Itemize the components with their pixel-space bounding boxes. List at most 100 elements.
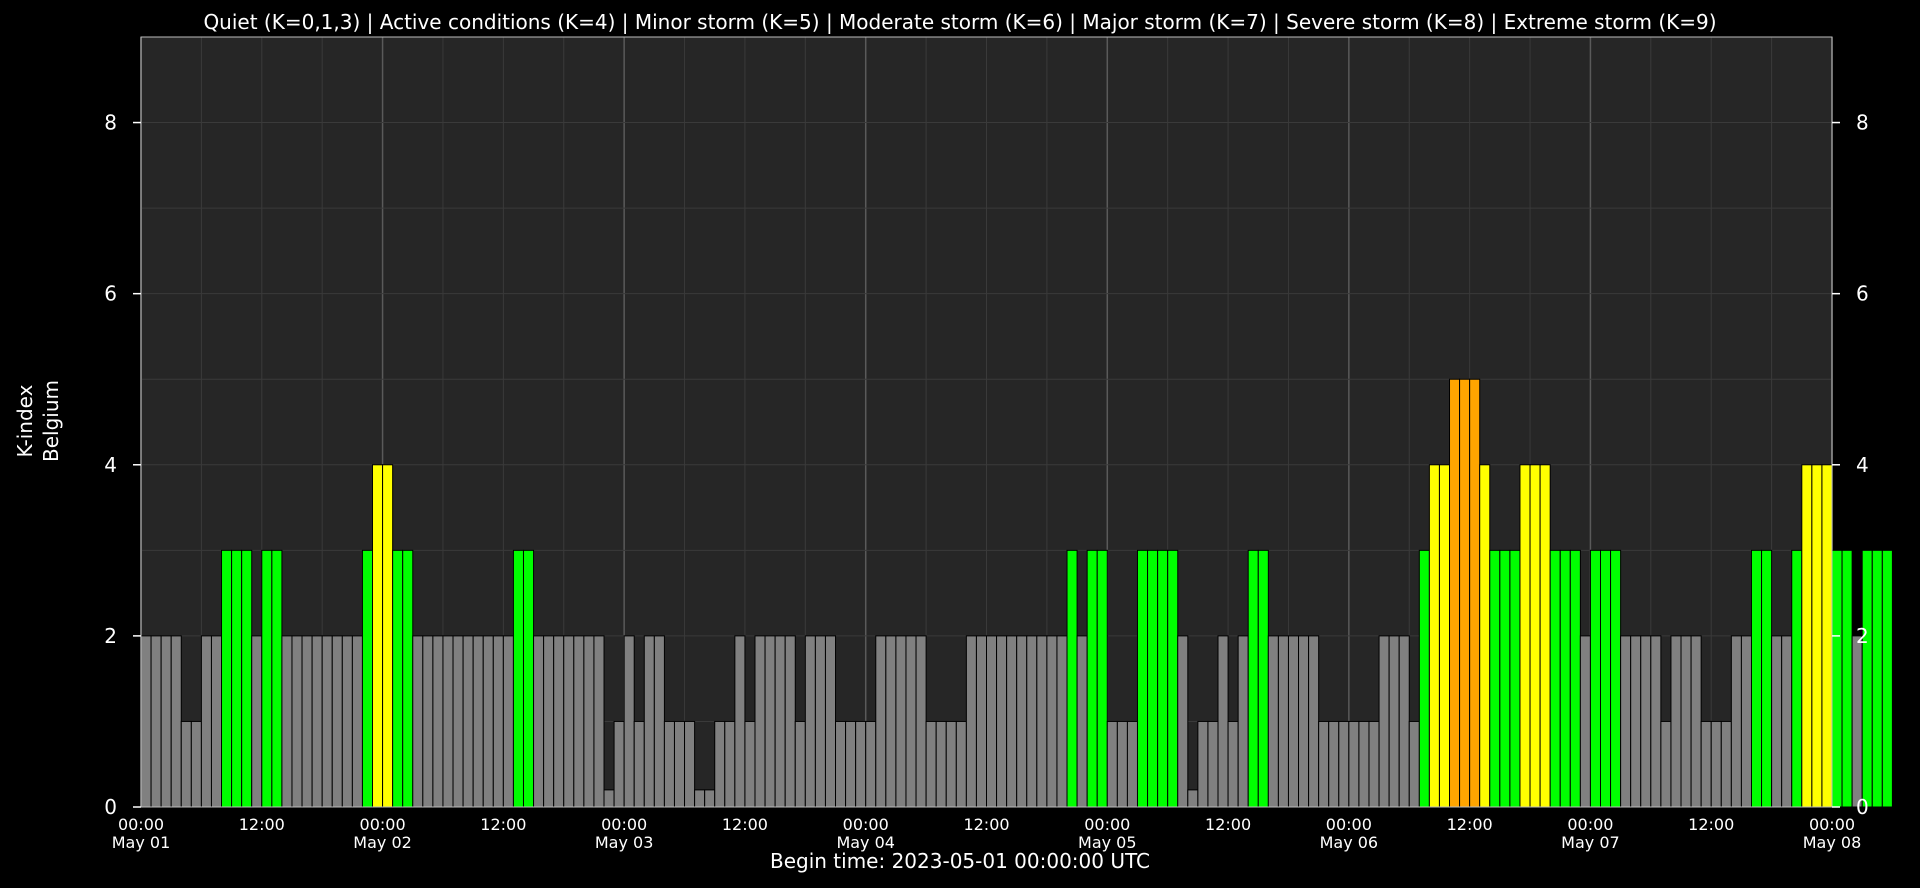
k-index-bar <box>1620 635 1632 808</box>
k-index-bar <box>1730 635 1742 808</box>
k-index-bar <box>402 549 414 808</box>
k-index-bar <box>1147 549 1159 808</box>
k-index-bar <box>1187 789 1199 808</box>
k-index-bar <box>1559 549 1571 808</box>
k-index-bar <box>965 635 977 808</box>
k-index-bar <box>905 635 917 808</box>
x-axis-label: Begin time: 2023-05-01 00:00:00 UTC <box>769 849 1150 873</box>
k-index-bar <box>1610 549 1622 808</box>
k-index-bar <box>231 549 243 808</box>
k-index-bar <box>1740 635 1752 808</box>
k-index-bar <box>372 464 384 808</box>
k-index-bar <box>643 635 655 808</box>
k-index-bar <box>1640 635 1652 808</box>
k-index-bar <box>412 635 424 808</box>
k-index-bar <box>432 635 444 808</box>
k-index-bar <box>442 635 454 808</box>
y-tick-label-right: 4 <box>1856 453 1869 477</box>
k-index-bar <box>653 635 665 808</box>
k-index-bar <box>845 720 857 808</box>
y-tick-label-right: 0 <box>1856 795 1869 819</box>
k-index-bar <box>704 789 716 808</box>
k-index-bar <box>1126 720 1138 808</box>
k-index-bar <box>1750 549 1763 808</box>
k-index-bar <box>1016 635 1028 808</box>
k-index-bar <box>744 720 756 808</box>
k-index-bar <box>1066 549 1078 808</box>
k-index-bar <box>855 720 867 808</box>
k-index-bar <box>804 635 816 808</box>
k-index-bar <box>291 635 303 808</box>
k-index-bar <box>935 720 947 808</box>
k-index-bar <box>1459 378 1471 808</box>
k-index-bar <box>1589 549 1601 808</box>
k-index-bar <box>492 635 504 808</box>
k-index-bar <box>613 720 625 808</box>
x-tick-time-label: 12:00 <box>1447 815 1493 834</box>
k-index-bar <box>1308 635 1320 808</box>
k-index-bar <box>583 635 595 808</box>
y-tick-label-left: 6 <box>104 282 117 306</box>
k-index-bar <box>1841 549 1853 808</box>
k-index-bar <box>1378 635 1390 808</box>
k-index-bar <box>573 635 585 808</box>
x-tick-time-label: 12:00 <box>1688 815 1734 834</box>
k-index-bar <box>986 635 998 808</box>
k-index-bar <box>1479 464 1491 808</box>
y-tick-label-left: 0 <box>104 795 117 819</box>
k-index-bar <box>1348 720 1360 808</box>
k-index-bar <box>180 720 192 808</box>
k-index-bar <box>1821 464 1833 808</box>
k-index-bar <box>1831 549 1843 808</box>
x-tick-time-label: 12:00 <box>239 815 285 834</box>
k-index-bar <box>1428 464 1440 808</box>
k-index-bar <box>1006 635 1018 808</box>
k-index-bar <box>1408 720 1420 808</box>
k-index-bar <box>1469 378 1481 808</box>
k-index-bar <box>915 635 927 808</box>
k-index-bar <box>321 635 333 808</box>
k-index-bar <box>1418 549 1430 808</box>
k-index-bar <box>623 635 635 808</box>
k-index-bar <box>221 549 233 808</box>
k-index-bar <box>714 720 726 808</box>
k-index-bar <box>895 635 907 808</box>
k-index-bar <box>382 464 394 808</box>
y-axis-label: K-index Belgium <box>12 380 64 462</box>
k-index-bar <box>1801 464 1813 808</box>
k-index-bar <box>502 635 514 808</box>
k-index-bar <box>553 635 565 808</box>
k-index-bar <box>1106 720 1118 808</box>
k-index-bar <box>361 549 374 808</box>
k-index-bar <box>271 549 283 808</box>
k-index-bar <box>210 635 223 808</box>
k-index-bar <box>1277 635 1289 808</box>
k-index-bar <box>331 635 343 808</box>
k-index-bar <box>1519 464 1531 808</box>
k-index-bar <box>533 635 545 808</box>
k-index-bar <box>452 635 464 808</box>
x-tick-time-label: 00:00 <box>601 815 647 834</box>
k-index-bar <box>160 635 172 808</box>
y-tick-label-right: 2 <box>1856 624 1869 648</box>
k-index-bar <box>200 635 212 808</box>
x-tick-time-label: 00:00 <box>1326 815 1372 834</box>
k-index-bar <box>1569 549 1581 808</box>
k-index-bar <box>1489 549 1501 808</box>
k-index-bar <box>774 635 786 808</box>
k-index-bar <box>1287 635 1300 808</box>
k-index-bar <box>734 635 746 808</box>
y-tick-label-right: 8 <box>1856 111 1869 135</box>
x-tick-time-label: 00:00 <box>1809 815 1855 834</box>
k-index-bar <box>925 720 937 808</box>
k-index-bar <box>1710 720 1722 808</box>
k-index-bar <box>392 549 404 808</box>
k-index-bar <box>1197 720 1209 808</box>
k-index-bar <box>784 635 796 808</box>
k-index-bar <box>663 720 675 808</box>
y-tick-label-left: 4 <box>104 453 117 477</box>
k-index-bar <box>543 635 555 808</box>
k-index-bar <box>754 635 766 808</box>
k-index-bar <box>1449 378 1461 808</box>
x-tick-time-label: 00:00 <box>118 815 164 834</box>
